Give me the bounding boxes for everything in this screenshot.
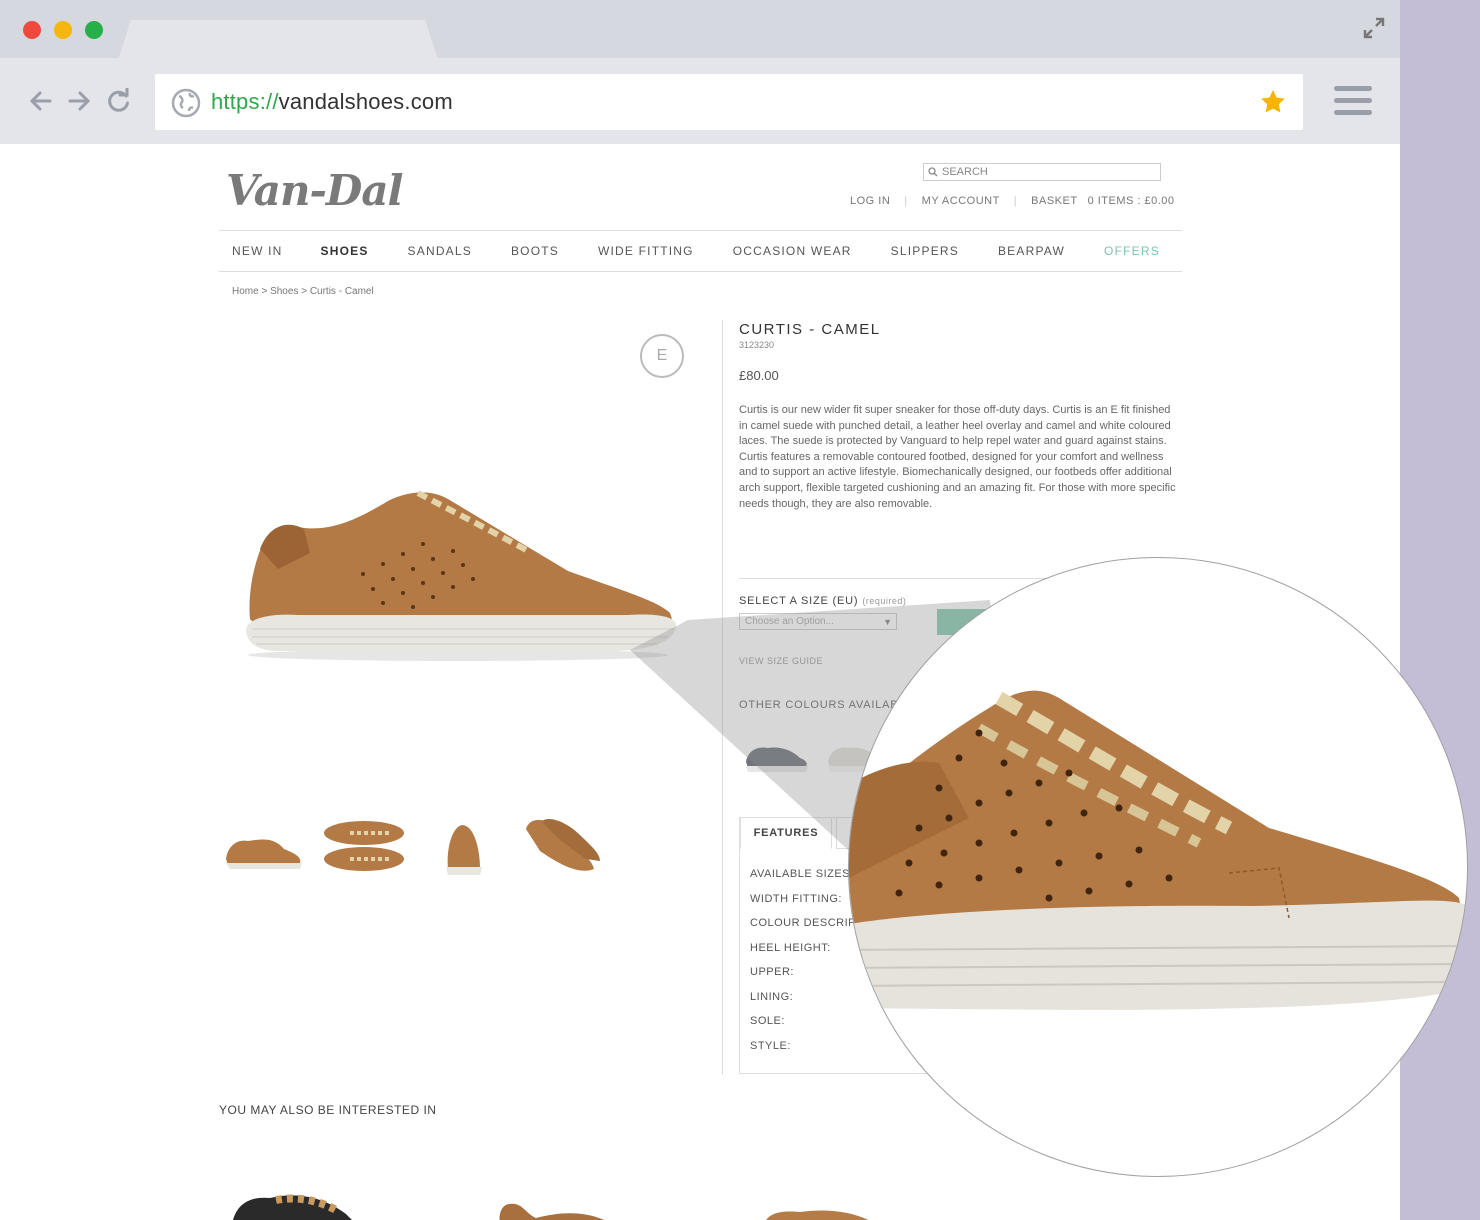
zoom-magnifier xyxy=(848,557,1468,1177)
zoomed-shoe-image xyxy=(849,690,1467,1010)
